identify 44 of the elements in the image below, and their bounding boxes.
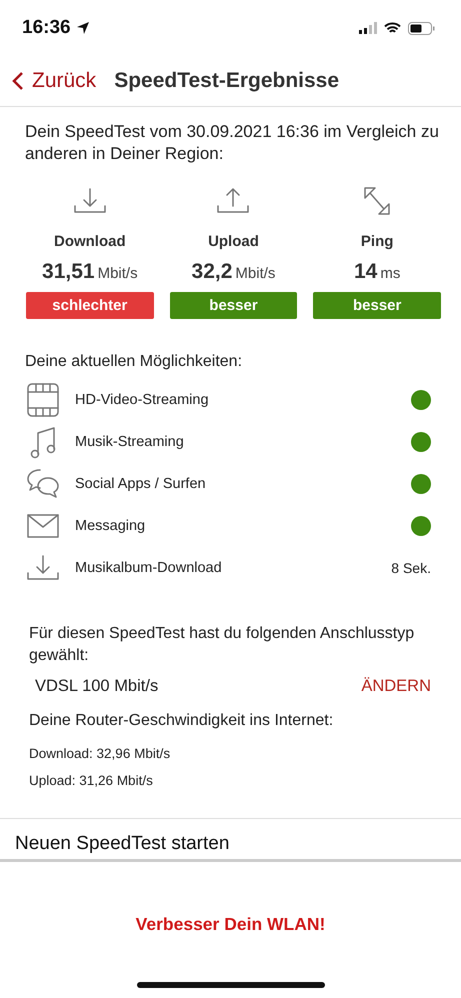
battery-icon [408, 22, 435, 34]
metric-unit: Mbit/s [235, 265, 276, 282]
capability-label: Musik-Streaming [75, 434, 185, 450]
chevron-left-icon [12, 71, 24, 91]
router-speed-text: Download: 32,96 Mbit/s [29, 746, 172, 761]
chat-bubbles-icon [26, 468, 60, 500]
capability-label: Musikalbum-Download [75, 560, 223, 576]
back-button[interactable]: Zurück [12, 69, 96, 93]
diagonal-arrows-icon [362, 185, 392, 217]
metric-value: 31,51 [42, 260, 95, 284]
clock-time: 16:36 [22, 17, 71, 39]
upload-icon [216, 186, 250, 216]
metric-label: Upload [208, 233, 259, 250]
metric-value: 32,2 [192, 260, 232, 284]
capability-label: Messaging [75, 518, 146, 534]
comparison-text: Dein SpeedTest vom 30.09.2021 16:36 im Vergleich zu anderen in Deiner Region: [25, 121, 440, 165]
metric-unit: ms [380, 265, 400, 282]
wifi-icon [384, 22, 401, 34]
download-icon [72, 186, 107, 216]
music-note-icon [29, 425, 57, 459]
envelope-icon [27, 514, 59, 538]
rating-badge: besser [170, 292, 298, 319]
connection-type-text: Für diesen SpeedTest hast du folgenden Anschlusstyp gewählt: [29, 624, 416, 666]
change-button[interactable]: ÄNDERN [361, 677, 431, 696]
capability-label: Social Apps / Surfen [75, 476, 207, 492]
router-speed-heading: Deine Router-Geschwindigkeit ins Internet: [29, 712, 334, 730]
metric-value: 14 [354, 260, 378, 284]
rating-badge: besser [313, 292, 441, 319]
connection-type: VDSL 100 Mbit/s [35, 677, 158, 696]
download-icon [26, 553, 60, 583]
section-heading: Deine aktuellen Möglichkeiten: [25, 353, 244, 371]
metric-label: Download [54, 233, 126, 250]
improve-wifi-link[interactable]: Verbesser Dein WLAN! [136, 914, 326, 935]
metric-unit: Mbit/s [98, 265, 138, 282]
router-speed-text: Upload: 31,26 Mbit/s [29, 773, 154, 788]
signal-icon [359, 22, 377, 34]
rating-badge: schlechter [26, 292, 154, 319]
capability-label: HD-Video-Streaming [75, 392, 210, 408]
location-arrow-icon [76, 21, 90, 35]
page-title: SpeedTest-Ergebnisse [114, 69, 340, 93]
metric-label: Ping [360, 233, 394, 250]
capability-value: 8 Sek. [391, 560, 431, 576]
film-icon [27, 383, 59, 417]
start-speedtest-button[interactable]: Neuen SpeedTest starten [0, 819, 244, 859]
